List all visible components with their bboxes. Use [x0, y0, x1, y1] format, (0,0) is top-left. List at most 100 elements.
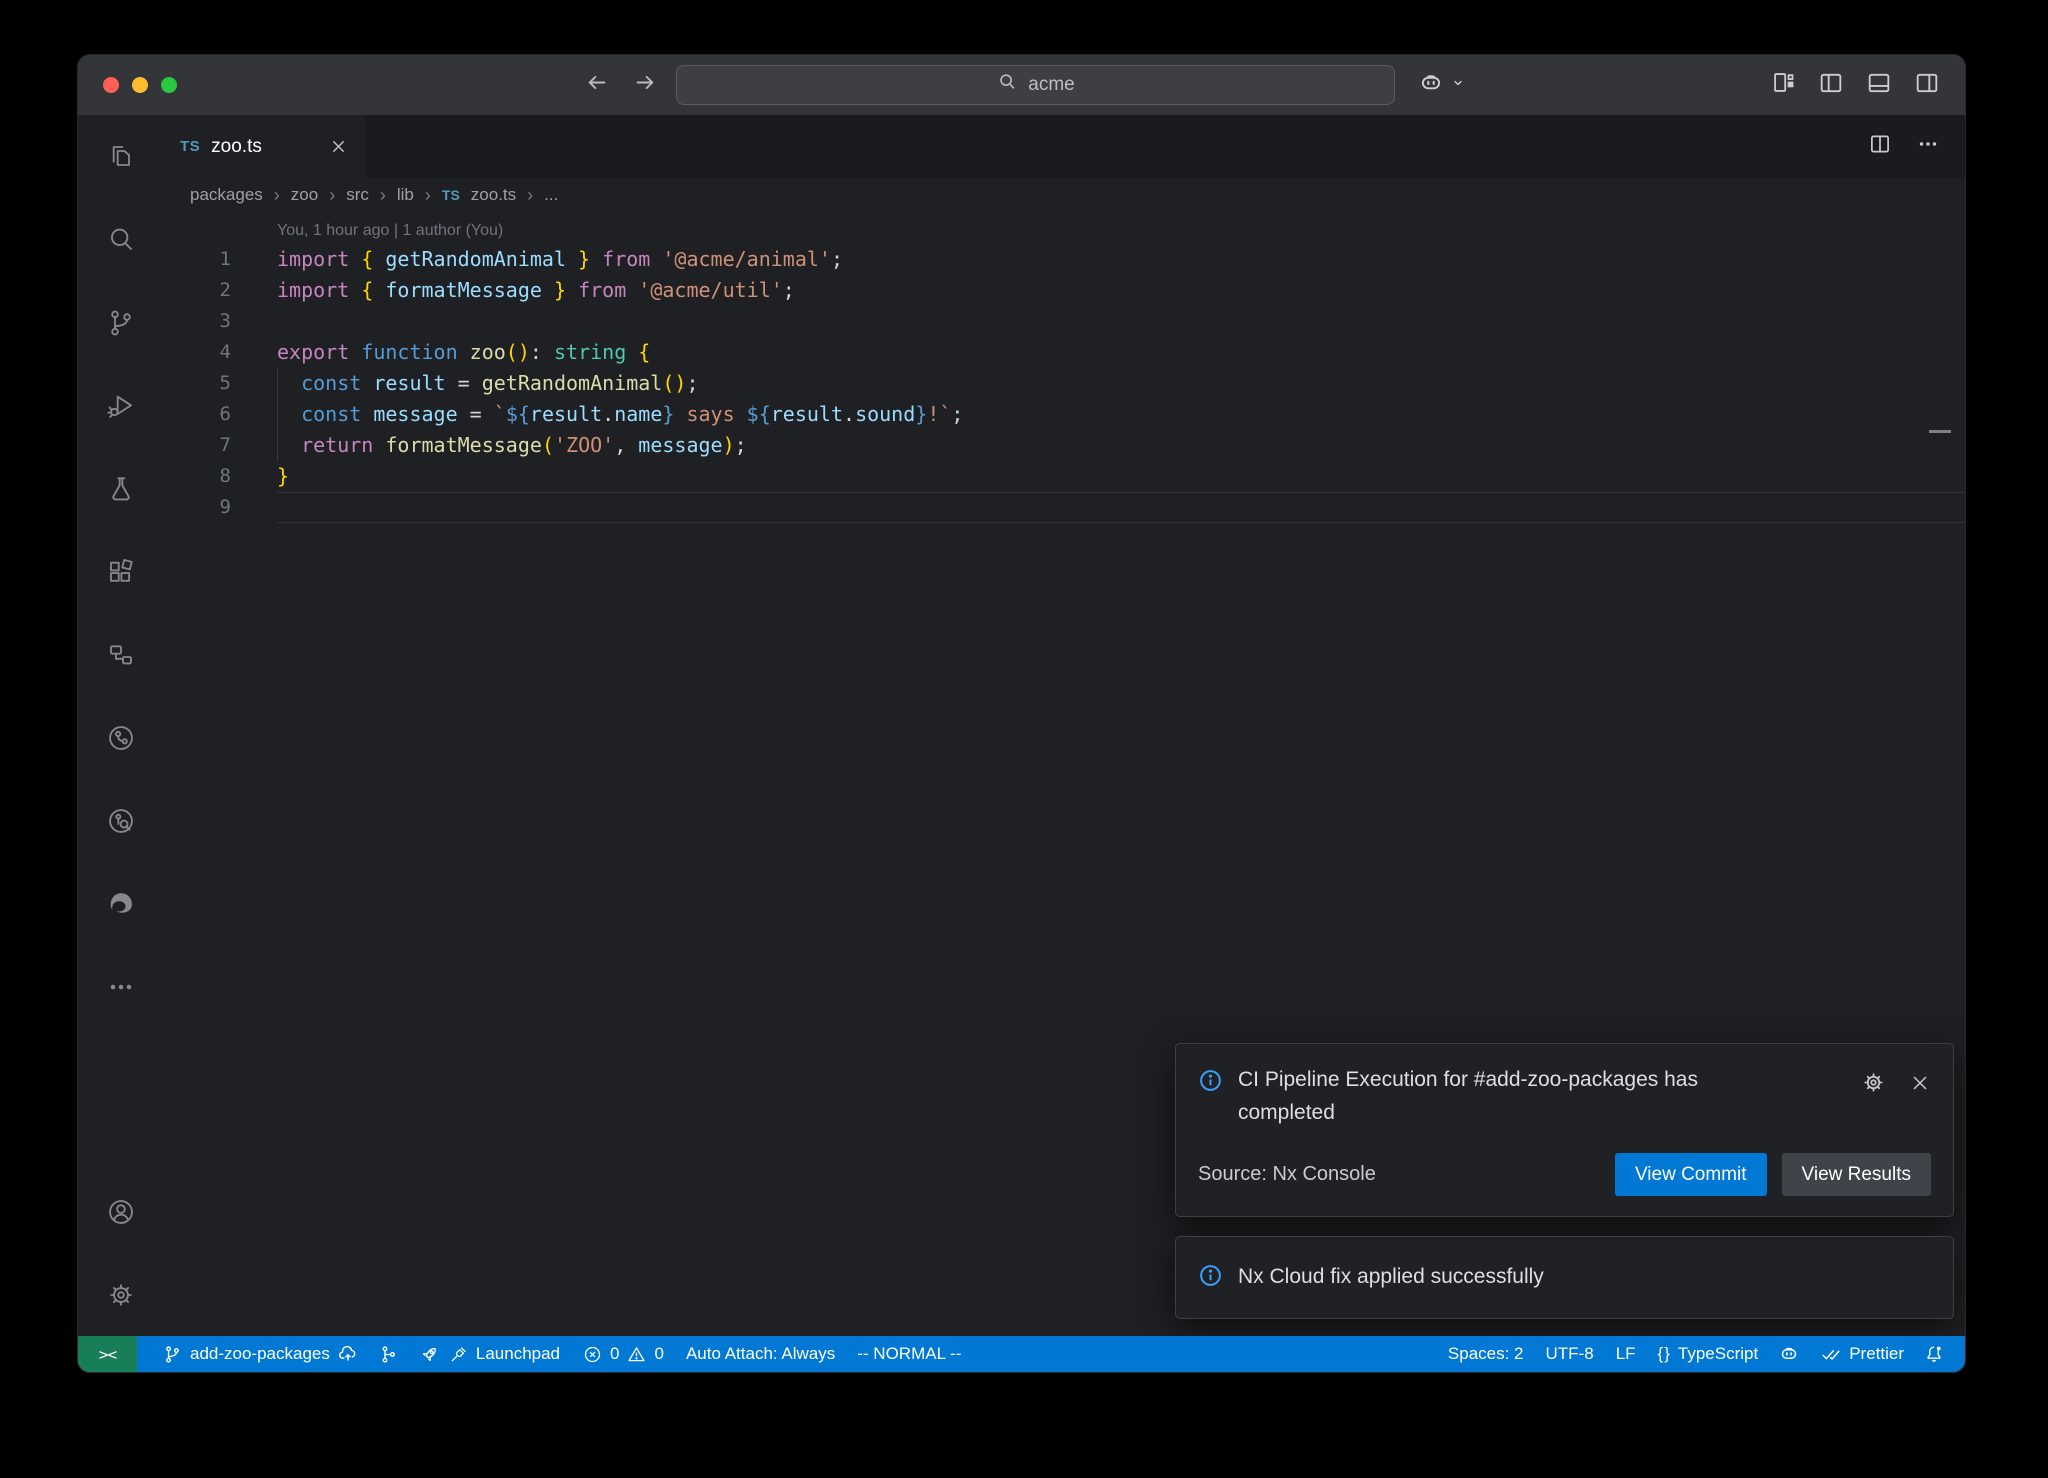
- toggle-panel-icon[interactable]: [1865, 69, 1893, 102]
- code-lines: 1import { getRandomAnimal } from '@acme/…: [163, 244, 1965, 523]
- settings-gear-icon[interactable]: [78, 1253, 163, 1336]
- close-tab-icon[interactable]: [329, 137, 348, 156]
- remote-indicator[interactable]: ><: [78, 1336, 137, 1372]
- breadcrumb-item[interactable]: ...: [544, 185, 558, 205]
- indent-guide: [277, 368, 278, 461]
- customize-layout-icon[interactable]: [1770, 69, 1797, 101]
- code-line: 1import { getRandomAnimal } from '@acme/…: [163, 244, 1965, 275]
- line-number: 7: [163, 430, 231, 461]
- code-line: 8}: [163, 461, 1965, 492]
- source-control-icon[interactable]: [78, 281, 163, 364]
- more-icon[interactable]: [78, 945, 163, 1028]
- command-center-search[interactable]: acme: [676, 65, 1395, 105]
- gitlens-icon[interactable]: [78, 779, 163, 862]
- status-launchpad[interactable]: Launchpad: [407, 1336, 571, 1372]
- tab-bar: TS zoo.ts: [163, 115, 1965, 178]
- status-formatter[interactable]: Prettier: [1809, 1336, 1915, 1372]
- breadcrumb-separator: ›: [527, 185, 533, 206]
- title-bar[interactable]: acme: [78, 55, 1965, 115]
- testing-icon[interactable]: [78, 447, 163, 530]
- code-line: 4export function zoo(): string {: [163, 337, 1965, 368]
- notification-settings-gear-icon[interactable]: [1860, 1069, 1887, 1101]
- status-indentation[interactable]: Spaces: 2: [1437, 1336, 1535, 1372]
- search-icon[interactable]: [78, 198, 163, 281]
- info-icon: [1198, 1263, 1223, 1293]
- editor-actions: [1867, 115, 1965, 178]
- breadcrumb: packages›zoo›src›lib›TSzoo.ts›...: [163, 178, 1965, 212]
- activity-bar: [78, 115, 163, 1336]
- back-arrow-icon[interactable]: [583, 69, 610, 101]
- code-line: 3: [163, 306, 1965, 337]
- view-results-button[interactable]: View Results: [1782, 1153, 1931, 1196]
- toggle-primary-sidebar-icon[interactable]: [1817, 69, 1845, 102]
- chevron-down-icon: [1449, 74, 1467, 97]
- run-and-debug-icon[interactable]: [78, 364, 163, 447]
- notification-message: CI Pipeline Execution for #add-zoo-packa…: [1238, 1064, 1798, 1129]
- breadcrumb-separator: ›: [274, 185, 280, 206]
- code-line: 6 const message = `${result.name} says $…: [163, 399, 1965, 430]
- notification-toast-nx-cloud: Nx Cloud fix applied successfully: [1175, 1236, 1954, 1319]
- breadcrumb-separator: ›: [329, 185, 335, 206]
- history-nav: [583, 55, 659, 115]
- notification-message: Nx Cloud fix applied successfully: [1238, 1261, 1544, 1294]
- extensions-icon[interactable]: [78, 530, 163, 613]
- line-number: 2: [163, 275, 231, 306]
- tab-zoo-ts[interactable]: TS zoo.ts: [163, 115, 365, 178]
- vscode-window: acme TS: [78, 55, 1965, 1372]
- status-auto-attach[interactable]: Auto Attach: Always: [675, 1336, 846, 1372]
- braces-icon: {}: [1658, 1344, 1671, 1364]
- cloud-upload-icon: [337, 1343, 359, 1365]
- status-copilot[interactable]: [1769, 1336, 1809, 1372]
- breadcrumb-item[interactable]: zoo: [291, 185, 318, 205]
- rocket-icon: [418, 1343, 441, 1366]
- status-bar: >< add-zoo-packages Launchpad 0: [78, 1336, 1965, 1372]
- status-language[interactable]: {} TypeScript: [1647, 1336, 1770, 1372]
- toggle-secondary-sidebar-icon[interactable]: [1913, 69, 1941, 102]
- notification-close-icon[interactable]: [1909, 1072, 1931, 1099]
- line-number: 9: [163, 492, 231, 523]
- search-icon: [996, 71, 1018, 99]
- code-line: 5 const result = getRandomAnimal();: [163, 368, 1965, 399]
- copilot-icon: [1416, 68, 1446, 103]
- split-editor-icon[interactable]: [1867, 131, 1893, 162]
- error-icon: [582, 1344, 603, 1365]
- breadcrumb-item[interactable]: lib: [397, 185, 414, 205]
- git-branch-icon: [162, 1344, 183, 1365]
- copilot-menu[interactable]: [1416, 55, 1467, 115]
- overview-ruler-cursor: [1929, 430, 1951, 433]
- breadcrumb-item[interactable]: zoo.ts: [471, 185, 516, 205]
- zoom-window-button[interactable]: [161, 77, 177, 93]
- edge-tools-icon[interactable]: [78, 862, 163, 945]
- minimize-window-button[interactable]: [132, 77, 148, 93]
- activity-bar-top: [78, 115, 163, 1028]
- typescript-file-icon: TS: [442, 187, 460, 203]
- breadcrumb-item[interactable]: src: [346, 185, 369, 205]
- status-encoding[interactable]: UTF-8: [1535, 1336, 1605, 1372]
- screen: acme TS: [0, 0, 2048, 1478]
- code-line: 7 return formatMessage('ZOO', message);: [163, 430, 1965, 461]
- status-branch[interactable]: add-zoo-packages: [151, 1336, 370, 1372]
- notification-center: CI Pipeline Execution for #add-zoo-packa…: [1175, 1043, 1954, 1319]
- view-commit-button[interactable]: View Commit: [1615, 1153, 1767, 1196]
- warning-icon: [626, 1344, 647, 1365]
- close-window-button[interactable]: [103, 77, 119, 93]
- status-vim-mode[interactable]: -- NORMAL --: [846, 1336, 972, 1372]
- forward-arrow-icon[interactable]: [632, 69, 659, 101]
- more-actions-icon[interactable]: [1915, 131, 1941, 162]
- line-number: 3: [163, 306, 231, 337]
- notification-source: Source: Nx Console: [1198, 1163, 1376, 1186]
- explorer-icon[interactable]: [78, 115, 163, 198]
- status-notifications-bell[interactable]: [1915, 1336, 1953, 1372]
- line-number: 6: [163, 399, 231, 430]
- plug-icon: [448, 1344, 469, 1365]
- git-graph-icon[interactable]: [78, 696, 163, 779]
- code-line: 2import { formatMessage } from '@acme/ut…: [163, 275, 1965, 306]
- status-eol[interactable]: LF: [1605, 1336, 1647, 1372]
- account-icon[interactable]: [78, 1170, 163, 1253]
- status-problems[interactable]: 0 0: [571, 1336, 675, 1372]
- breadcrumb-item[interactable]: packages: [190, 185, 263, 205]
- status-source-control-graph[interactable]: [370, 1336, 407, 1372]
- info-icon: [1198, 1068, 1223, 1098]
- nx-console-icon[interactable]: [78, 613, 163, 696]
- notification-toast-ci: CI Pipeline Execution for #add-zoo-packa…: [1175, 1043, 1954, 1217]
